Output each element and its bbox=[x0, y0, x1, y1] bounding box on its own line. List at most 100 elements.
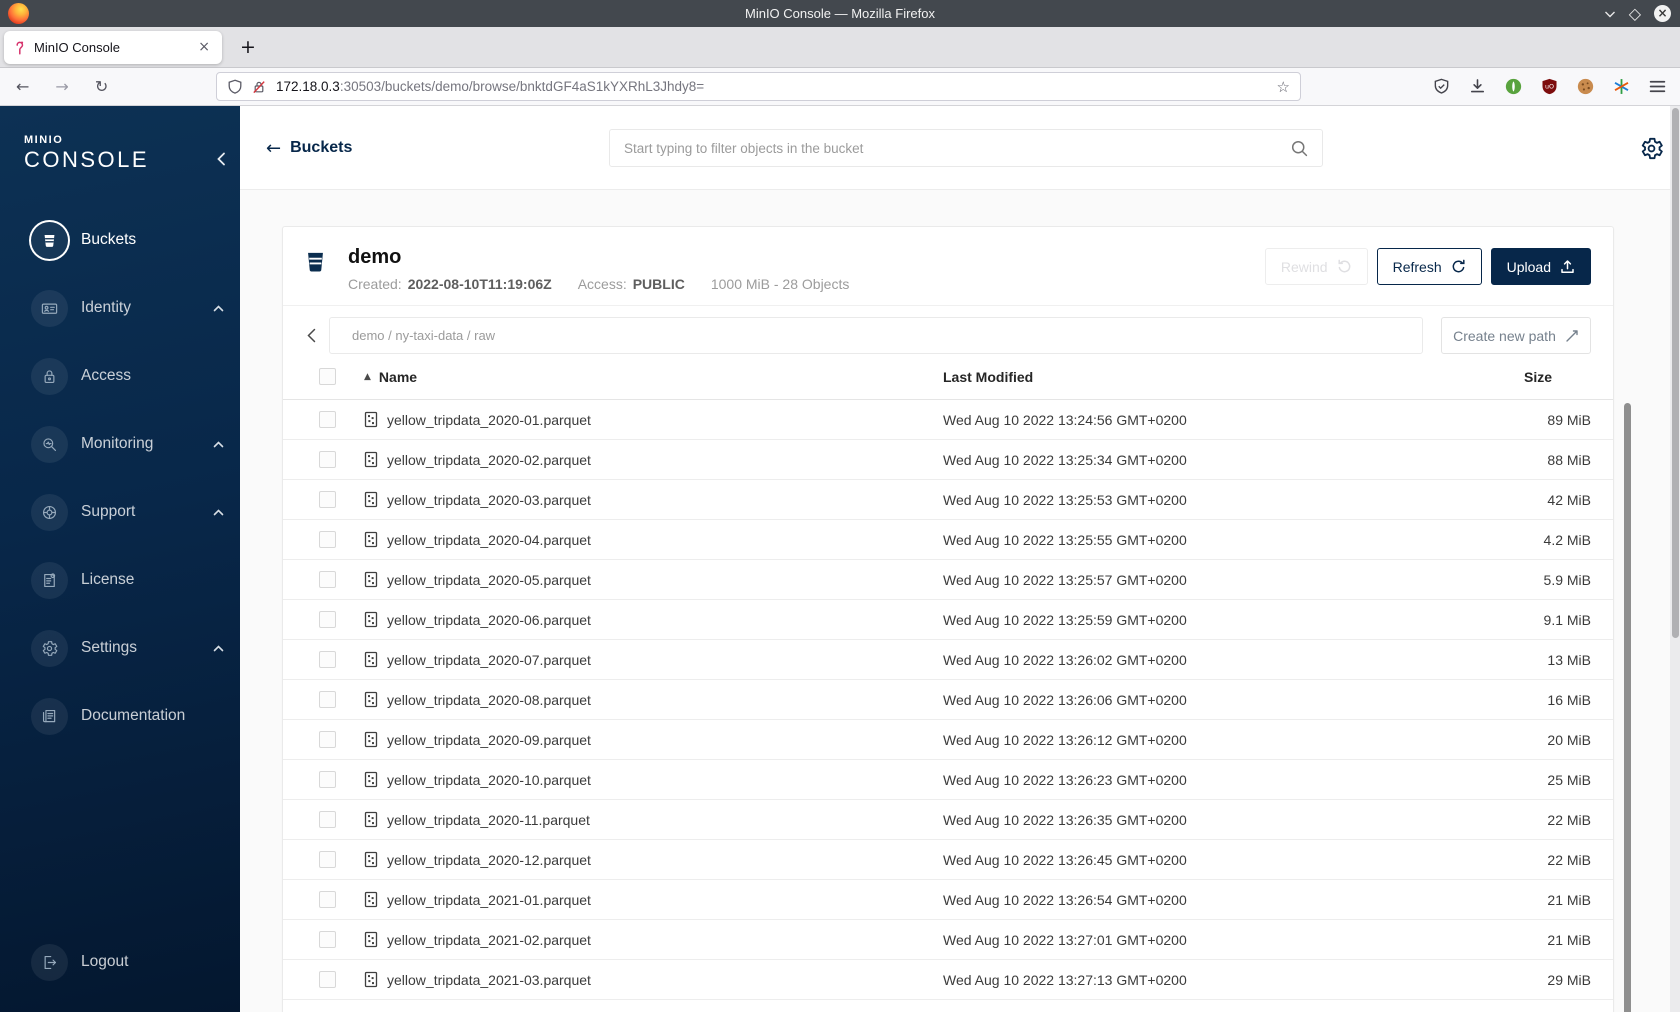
logo-minio: MINIO bbox=[24, 134, 64, 146]
object-name: yellow_tripdata_2021-01.parquet bbox=[387, 891, 591, 908]
content-scrollbar-thumb[interactable] bbox=[1624, 403, 1631, 1012]
nav-reload-button[interactable]: ↻ bbox=[95, 77, 108, 96]
sidebar-item-license[interactable]: License bbox=[0, 546, 240, 614]
nav-back-button[interactable]: ← bbox=[16, 77, 29, 96]
chevron-up-icon[interactable] bbox=[213, 508, 224, 516]
select-all-checkbox[interactable] bbox=[319, 368, 336, 385]
nav-forward-button[interactable]: → bbox=[55, 77, 68, 96]
row-checkbox[interactable] bbox=[319, 571, 336, 588]
table-row[interactable]: yellow_tripdata_2020-05.parquet Wed Aug … bbox=[283, 560, 1613, 600]
row-checkbox[interactable] bbox=[319, 971, 336, 988]
chevron-up-icon[interactable] bbox=[213, 440, 224, 448]
column-last-modified[interactable]: Last Modified bbox=[943, 369, 1524, 385]
table-row[interactable]: yellow_tripdata_2021-02.parquet Wed Aug … bbox=[283, 920, 1613, 960]
cookie-icon[interactable] bbox=[1577, 78, 1594, 95]
bookmark-star-icon[interactable]: ☆ bbox=[1277, 78, 1290, 96]
sidebar-item-monitoring[interactable]: Monitoring bbox=[0, 410, 240, 478]
rewind-icon bbox=[1338, 259, 1350, 273]
row-checkbox[interactable] bbox=[319, 891, 336, 908]
refresh-button[interactable]: Refresh bbox=[1376, 248, 1482, 285]
table-row[interactable]: yellow_tripdata_2020-11.parquet Wed Aug … bbox=[283, 800, 1613, 840]
sort-asc-icon[interactable]: ▲ bbox=[364, 372, 371, 382]
new-tab-button[interactable]: + bbox=[235, 36, 261, 58]
table-row[interactable]: yellow_tripdata_2020-04.parquet Wed Aug … bbox=[283, 520, 1613, 560]
tab-minio-console[interactable]: MinIO Console × bbox=[4, 30, 222, 64]
parquet-file-icon bbox=[364, 891, 378, 908]
sidebar-item-label: License bbox=[81, 571, 135, 588]
table-row[interactable]: yellow_tripdata_2021-01.parquet Wed Aug … bbox=[283, 880, 1613, 920]
tracking-shield-icon[interactable] bbox=[227, 79, 243, 95]
sidebar-item-support[interactable]: Support bbox=[0, 478, 240, 546]
menu-hamburger-icon[interactable] bbox=[1649, 79, 1666, 94]
column-size[interactable]: Size bbox=[1524, 369, 1591, 385]
row-checkbox[interactable] bbox=[319, 851, 336, 868]
browser-toolbar: ← → ↻ 172.18.0.3:30503/buckets/demo/brow… bbox=[0, 68, 1680, 106]
rewind-button[interactable]: Rewind bbox=[1264, 248, 1368, 285]
object-size: 16 MiB bbox=[1547, 691, 1591, 708]
row-checkbox[interactable] bbox=[319, 611, 336, 628]
object-size: 13 MiB bbox=[1547, 651, 1591, 668]
chevron-up-icon[interactable] bbox=[213, 644, 224, 652]
ublock-origin-icon[interactable]: uO bbox=[1541, 78, 1558, 95]
chevron-up-icon[interactable] bbox=[213, 304, 224, 312]
table-row[interactable]: yellow_tripdata_2020-09.parquet Wed Aug … bbox=[283, 720, 1613, 760]
sidebar-item-access[interactable]: Access bbox=[0, 342, 240, 410]
url-bar[interactable]: 172.18.0.3:30503/buckets/demo/browse/bnk… bbox=[216, 72, 1301, 101]
search-icon bbox=[1291, 140, 1308, 156]
search-input[interactable] bbox=[624, 140, 1291, 156]
row-checkbox[interactable] bbox=[319, 531, 336, 548]
table-row[interactable]: yellow_tripdata_2021-03.parquet Wed Aug … bbox=[283, 960, 1613, 1000]
row-checkbox[interactable] bbox=[319, 771, 336, 788]
downloads-icon[interactable] bbox=[1469, 78, 1486, 95]
parquet-file-icon bbox=[364, 531, 378, 548]
upload-button[interactable]: Upload bbox=[1490, 248, 1591, 285]
create-new-path-button[interactable]: Create new path bbox=[1441, 317, 1591, 354]
column-name[interactable]: ▲ Name bbox=[364, 369, 943, 385]
row-checkbox[interactable] bbox=[319, 811, 336, 828]
row-checkbox[interactable] bbox=[319, 651, 336, 668]
object-size: 89 MiB bbox=[1547, 411, 1591, 428]
object-filter-search[interactable] bbox=[609, 129, 1323, 167]
object-size: 4.2 MiB bbox=[1543, 531, 1591, 548]
sidebar-item-logout[interactable]: Logout bbox=[0, 928, 240, 996]
sidebar-item-label: Access bbox=[81, 367, 131, 384]
row-checkbox[interactable] bbox=[319, 451, 336, 468]
window-close-icon[interactable]: × bbox=[1654, 5, 1671, 22]
sidebar-item-settings[interactable]: Settings bbox=[0, 614, 240, 682]
table-row[interactable]: yellow_tripdata_2020-01.parquet Wed Aug … bbox=[283, 400, 1613, 440]
breadcrumb[interactable]: demo / ny-taxi-data / raw bbox=[329, 317, 1423, 354]
table-row[interactable]: yellow_tripdata_2020-06.parquet Wed Aug … bbox=[283, 600, 1613, 640]
row-checkbox[interactable] bbox=[319, 731, 336, 748]
window-scrollbar[interactable] bbox=[1670, 106, 1680, 1012]
table-row[interactable]: yellow_tripdata_2020-07.parquet Wed Aug … bbox=[283, 640, 1613, 680]
row-checkbox[interactable] bbox=[319, 931, 336, 948]
table-row[interactable]: yellow_tripdata_2020-02.parquet Wed Aug … bbox=[283, 440, 1613, 480]
path-back-icon[interactable] bbox=[305, 328, 329, 343]
row-checkbox[interactable] bbox=[319, 691, 336, 708]
row-checkbox[interactable] bbox=[319, 491, 336, 508]
back-to-buckets-link[interactable]: ← Buckets bbox=[266, 106, 352, 190]
table-row[interactable]: yellow_tripdata_2020-03.parquet Wed Aug … bbox=[283, 480, 1613, 520]
settings-gear-icon[interactable] bbox=[1638, 135, 1665, 167]
row-checkbox[interactable] bbox=[319, 411, 336, 428]
window-maximize-icon[interactable]: ◇ bbox=[1629, 4, 1641, 23]
path-row: demo / ny-taxi-data / raw Create new pat… bbox=[305, 317, 1591, 354]
table-row[interactable]: yellow_tripdata_2020-12.parquet Wed Aug … bbox=[283, 840, 1613, 880]
multicolor-asterisk-icon[interactable] bbox=[1613, 78, 1630, 95]
extension-green-icon[interactable] bbox=[1505, 78, 1522, 95]
window-minimize-icon[interactable] bbox=[1604, 10, 1616, 18]
window-scrollbar-thumb[interactable] bbox=[1671, 108, 1679, 638]
insecure-lock-icon[interactable] bbox=[251, 79, 267, 95]
table-row[interactable]: yellow_tripdata_2020-08.parquet Wed Aug … bbox=[283, 680, 1613, 720]
page-body: demo Created: 2022-08-10T11:19:06Z Acces… bbox=[240, 190, 1680, 1012]
sidebar-item-buckets[interactable]: Buckets bbox=[0, 206, 240, 274]
shield-check-icon[interactable] bbox=[1433, 78, 1450, 95]
sidebar-item-identity[interactable]: Identity bbox=[0, 274, 240, 342]
tab-close-icon[interactable]: × bbox=[195, 39, 213, 55]
table-header: ▲ Name Last Modified Size bbox=[283, 354, 1613, 400]
sidebar-item-documentation[interactable]: Documentation bbox=[0, 682, 240, 750]
object-size: 25 MiB bbox=[1547, 771, 1591, 788]
sidebar-collapse-icon[interactable] bbox=[216, 152, 226, 171]
table-row[interactable]: yellow_tripdata_2020-10.parquet Wed Aug … bbox=[283, 760, 1613, 800]
object-table-body: yellow_tripdata_2020-01.parquet Wed Aug … bbox=[283, 400, 1613, 1000]
